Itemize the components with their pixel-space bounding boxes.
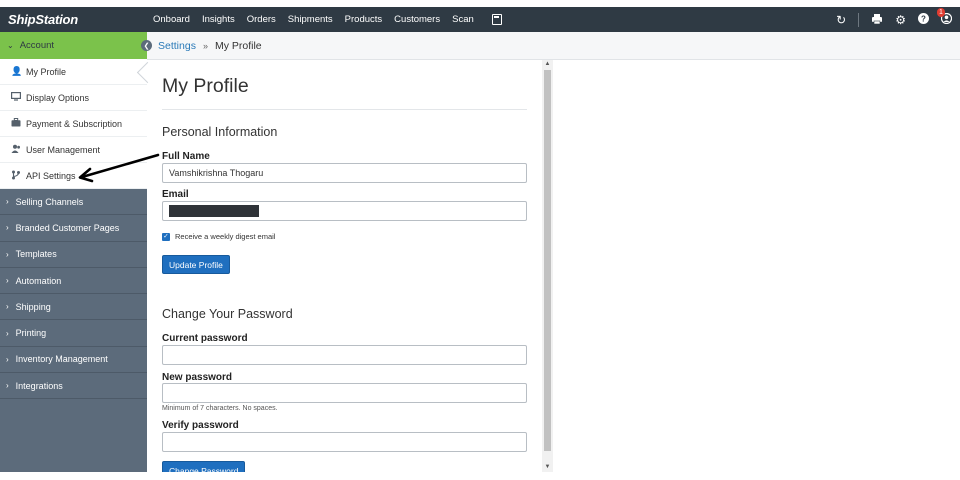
full-name-field[interactable]: Vamshikrishna Thogaru	[162, 163, 527, 183]
sidebar-item-my-profile[interactable]: 👤 My Profile	[0, 59, 147, 85]
change-password-heading: Change Your Password	[162, 307, 293, 321]
chevron-right-icon: ›	[6, 354, 9, 364]
chevron-down-icon: ⌄	[7, 41, 14, 50]
sidebar-section-branded-customer-pages[interactable]: › Branded Customer Pages	[0, 215, 147, 242]
chevron-right-icon: ›	[6, 302, 9, 312]
nav-onboard[interactable]: Onboard	[153, 14, 190, 25]
current-password-field[interactable]	[162, 345, 527, 365]
sidebar-section-templates[interactable]: › Templates	[0, 242, 147, 268]
sidebar-item-display-options[interactable]: Display Options	[0, 85, 147, 111]
nav-scan[interactable]: Scan	[452, 14, 474, 25]
calculator-icon[interactable]	[491, 14, 502, 25]
nav-products[interactable]: Products	[345, 14, 383, 25]
sidebar-item-label: API Settings	[26, 170, 76, 181]
sidebar-item-label: Payment & Subscription	[26, 118, 123, 129]
sidebar-item-label: My Profile	[26, 66, 67, 77]
top-divider	[858, 12, 860, 27]
users-icon	[11, 144, 21, 155]
change-password-button[interactable]: Change Password	[162, 461, 246, 472]
weekly-digest-row: ✓ Receive a weekly digest email	[162, 232, 275, 241]
scroll-thumb[interactable]	[544, 70, 551, 451]
new-password-field[interactable]	[162, 383, 527, 403]
scroll-down-arrow-icon[interactable]: ▼	[542, 463, 553, 472]
annotation-arrow	[78, 153, 160, 183]
sidebar-section-integrations[interactable]: › Integrations	[0, 373, 147, 400]
nav-customers[interactable]: Customers	[394, 14, 440, 25]
top-icon-group: ↻ ⚙ ? 1	[824, 7, 953, 32]
help-icon[interactable]: ?	[918, 13, 929, 26]
email-field[interactable]	[162, 201, 527, 221]
page-title: My Profile	[162, 75, 249, 97]
content-scrollbar[interactable]: ▲ ▼	[542, 60, 553, 472]
full-name-label: Full Name	[162, 151, 210, 162]
update-profile-button[interactable]: Update Profile	[162, 255, 230, 274]
redacted-email	[169, 205, 259, 217]
printer-icon[interactable]	[871, 13, 883, 27]
verify-password-label: Verify password	[162, 420, 239, 431]
new-password-label: New password	[162, 372, 233, 383]
user-icon[interactable]: 1	[937, 8, 953, 26]
briefcase-icon	[11, 118, 21, 129]
full-name-value: Vamshikrishna Thogaru	[169, 168, 264, 178]
section-label: Selling Channels	[15, 196, 84, 207]
main-nav: Onboard Insights Orders Shipments Produc…	[153, 14, 502, 25]
scroll-up-arrow-icon[interactable]: ▲	[542, 60, 553, 69]
chevron-right-icon: ›	[6, 381, 9, 391]
sidebar-section-printing[interactable]: › Printing	[0, 320, 147, 347]
account-label: Account	[19, 40, 55, 51]
breadcrumb-current: My Profile	[214, 39, 262, 52]
new-password-hint: Minimum of 7 characters. No spaces.	[162, 405, 278, 412]
monitor-icon	[11, 92, 22, 103]
collapse-sidebar-button[interactable]: ❮	[141, 40, 152, 51]
gear-icon[interactable]: ⚙	[895, 14, 906, 26]
weekly-digest-checkbox[interactable]: ✓	[162, 232, 170, 241]
title-divider	[162, 109, 527, 110]
nav-orders[interactable]: Orders	[247, 14, 276, 25]
sidebar-section-automation[interactable]: › Automation	[0, 268, 147, 295]
settings-sidebar: ⌄ Account 👤 My Profile Display Options P…	[0, 32, 147, 472]
weekly-digest-label: Receive a weekly digest email	[175, 232, 276, 241]
top-navigation-bar: ShipStation Onboard Insights Orders Ship…	[0, 7, 960, 32]
chevron-right-icon: ›	[6, 249, 9, 259]
sidebar-section-selling-channels[interactable]: › Selling Channels	[0, 189, 147, 216]
api-icon	[11, 170, 21, 182]
email-label: Email	[162, 189, 189, 200]
chevron-right-icon: ›	[6, 197, 9, 207]
section-label: Inventory Management	[15, 354, 108, 365]
sidebar-section-account[interactable]: ⌄ Account	[0, 32, 147, 59]
section-label: Integrations	[15, 380, 63, 391]
breadcrumb: Settings » My Profile	[147, 32, 960, 60]
notification-badge: 1	[937, 8, 945, 17]
nav-shipments[interactable]: Shipments	[288, 14, 333, 25]
current-password-label: Current password	[162, 333, 248, 344]
section-label: Automation	[15, 275, 62, 286]
section-label: Shipping	[15, 301, 51, 312]
refresh-icon[interactable]: ↻	[836, 14, 846, 26]
sidebar-item-label: Display Options	[26, 92, 90, 103]
sidebar-section-shipping[interactable]: › Shipping	[0, 294, 147, 321]
shipstation-logo[interactable]: ShipStation	[8, 12, 153, 27]
section-label: Printing	[15, 328, 47, 339]
chevron-right-icon: ›	[6, 223, 9, 233]
person-icon: 👤	[11, 66, 23, 76]
nav-insights[interactable]: Insights	[202, 14, 235, 25]
section-label: Branded Customer Pages	[15, 222, 120, 233]
sidebar-item-payment-subscription[interactable]: Payment & Subscription	[0, 111, 147, 137]
section-label: Templates	[15, 249, 57, 260]
chevron-right-icon: ›	[6, 328, 9, 338]
breadcrumb-separator: »	[202, 40, 208, 51]
verify-password-field[interactable]	[162, 432, 527, 452]
personal-info-heading: Personal Information	[162, 125, 278, 139]
sidebar-section-inventory-management[interactable]: › Inventory Management	[0, 347, 147, 374]
profile-content: My Profile Personal Information Full Nam…	[147, 60, 542, 472]
chevron-right-icon: ›	[6, 276, 9, 286]
svg-text:?: ?	[921, 14, 926, 23]
breadcrumb-settings-link[interactable]: Settings	[158, 40, 196, 52]
